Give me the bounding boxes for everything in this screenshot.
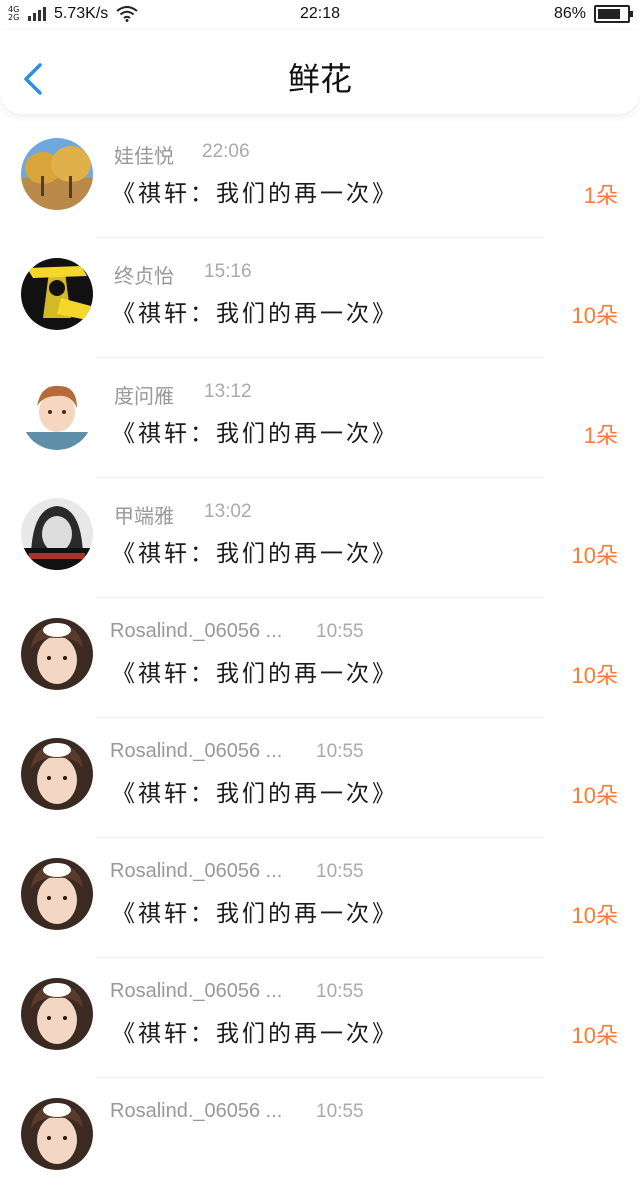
avatar[interactable] (21, 1098, 93, 1170)
user-name[interactable]: 度问雁 (114, 380, 174, 409)
flower-count: 10朵 (571, 903, 618, 928)
book-title: 《祺轩：我们的再一次》 (112, 181, 398, 207)
book-title: 《祺轩：我们的再一次》 (112, 1021, 398, 1047)
list-item[interactable]: 娃佳悦 22:06 《祺轩：我们的再一次》 1朵 (0, 118, 640, 238)
gift-time: 22:06 (202, 141, 250, 162)
avatar[interactable] (21, 138, 93, 210)
book-title: 《祺轩：我们的再一次》 (112, 781, 398, 807)
gift-time: 10:55 (316, 621, 364, 642)
selfie-girl-avatar-icon (21, 738, 93, 810)
book-title: 《祺轩：我们的再一次》 (112, 901, 398, 927)
list-item[interactable]: Rosalind._06056 ... 10:55 《祺轩：我们的再一次》 10… (0, 958, 640, 1078)
page-title: 鲜花 (287, 60, 352, 98)
list-item[interactable]: 甲端雅 13:02 《祺轩：我们的再一次》 10朵 (0, 478, 640, 598)
list-item[interactable]: Rosalind._06056 ... 10:55 《祺轩：我们的再一次》 10… (0, 718, 640, 838)
list-item[interactable]: 终贞怡 15:16 《祺轩：我们的再一次》 10朵 (0, 238, 640, 358)
user-name[interactable]: Rosalind._06056 ... (110, 860, 282, 883)
user-name[interactable]: 甲端雅 (114, 500, 174, 529)
gift-time: 10:55 (316, 741, 364, 762)
flower-count: 1朵 (583, 183, 618, 208)
avatar[interactable] (21, 258, 93, 330)
autumn-trees-avatar-icon (21, 138, 93, 210)
flower-count: 10朵 (571, 543, 618, 568)
user-name[interactable]: 娃佳悦 (114, 140, 174, 169)
avatar[interactable] (21, 498, 93, 570)
yellow-logo-avatar-icon (21, 258, 93, 330)
user-name[interactable]: 终贞怡 (114, 260, 174, 289)
avatar[interactable] (21, 378, 93, 450)
book-title: 《祺轩：我们的再一次》 (112, 541, 398, 567)
status-right: 86% (553, 5, 633, 23)
flower-count: 10朵 (571, 783, 618, 808)
flower-count: 10朵 (571, 663, 618, 688)
battery-icon (594, 5, 633, 23)
gift-time: 13:02 (204, 501, 252, 522)
user-name[interactable]: Rosalind._06056 ... (110, 1100, 282, 1123)
selfie-girl-avatar-icon (21, 858, 93, 930)
gift-time: 13:12 (204, 381, 252, 402)
book-title: 《祺轩：我们的再一次》 (112, 661, 398, 687)
list-item[interactable]: Rosalind._06056 ... 10:55 《祺轩：我们的再一次》 10… (0, 598, 640, 718)
avatar[interactable] (21, 978, 93, 1050)
gift-time: 15:16 (204, 261, 252, 282)
avatar[interactable] (21, 858, 93, 930)
list-item[interactable]: Rosalind._06056 ... 10:55 (0, 1078, 640, 1198)
flower-gift-list: 娃佳悦 22:06 《祺轩：我们的再一次》 1朵 终贞怡 15:16 《祺轩：我… (0, 118, 640, 1198)
anime-boy-avatar-icon (21, 378, 93, 450)
user-name[interactable]: Rosalind._06056 ... (110, 620, 282, 643)
list-item[interactable]: 度问雁 13:12 《祺轩：我们的再一次》 1朵 (0, 358, 640, 478)
gift-time: 10:55 (316, 981, 364, 1002)
nav-header: 鲜花 (0, 30, 640, 114)
list-item[interactable]: Rosalind._06056 ... 10:55 《祺轩：我们的再一次》 10… (0, 838, 640, 958)
status-bar: 4G 2G 5.73K/s 22:18 86% (0, 0, 640, 30)
avatar[interactable] (21, 738, 93, 810)
user-name[interactable]: Rosalind._06056 ... (110, 980, 282, 1003)
selfie-girl-avatar-icon (21, 978, 93, 1050)
book-title: 《祺轩：我们的再一次》 (112, 421, 398, 447)
flower-count: 10朵 (571, 303, 618, 328)
battery-percent: 86% (553, 5, 586, 22)
book-title: 《祺轩：我们的再一次》 (112, 301, 398, 327)
selfie-girl-avatar-icon (21, 1098, 93, 1170)
avatar[interactable] (21, 618, 93, 690)
gift-time: 10:55 (316, 861, 364, 882)
gift-time: 10:55 (316, 1101, 364, 1122)
flower-count: 10朵 (571, 1023, 618, 1048)
flower-count: 1朵 (583, 423, 618, 448)
battery-fill (598, 9, 620, 19)
bw-girl-avatar-icon (21, 498, 93, 570)
selfie-girl-avatar-icon (21, 618, 93, 690)
clock: 22:18 (299, 5, 341, 22)
user-name[interactable]: Rosalind._06056 ... (110, 740, 282, 763)
